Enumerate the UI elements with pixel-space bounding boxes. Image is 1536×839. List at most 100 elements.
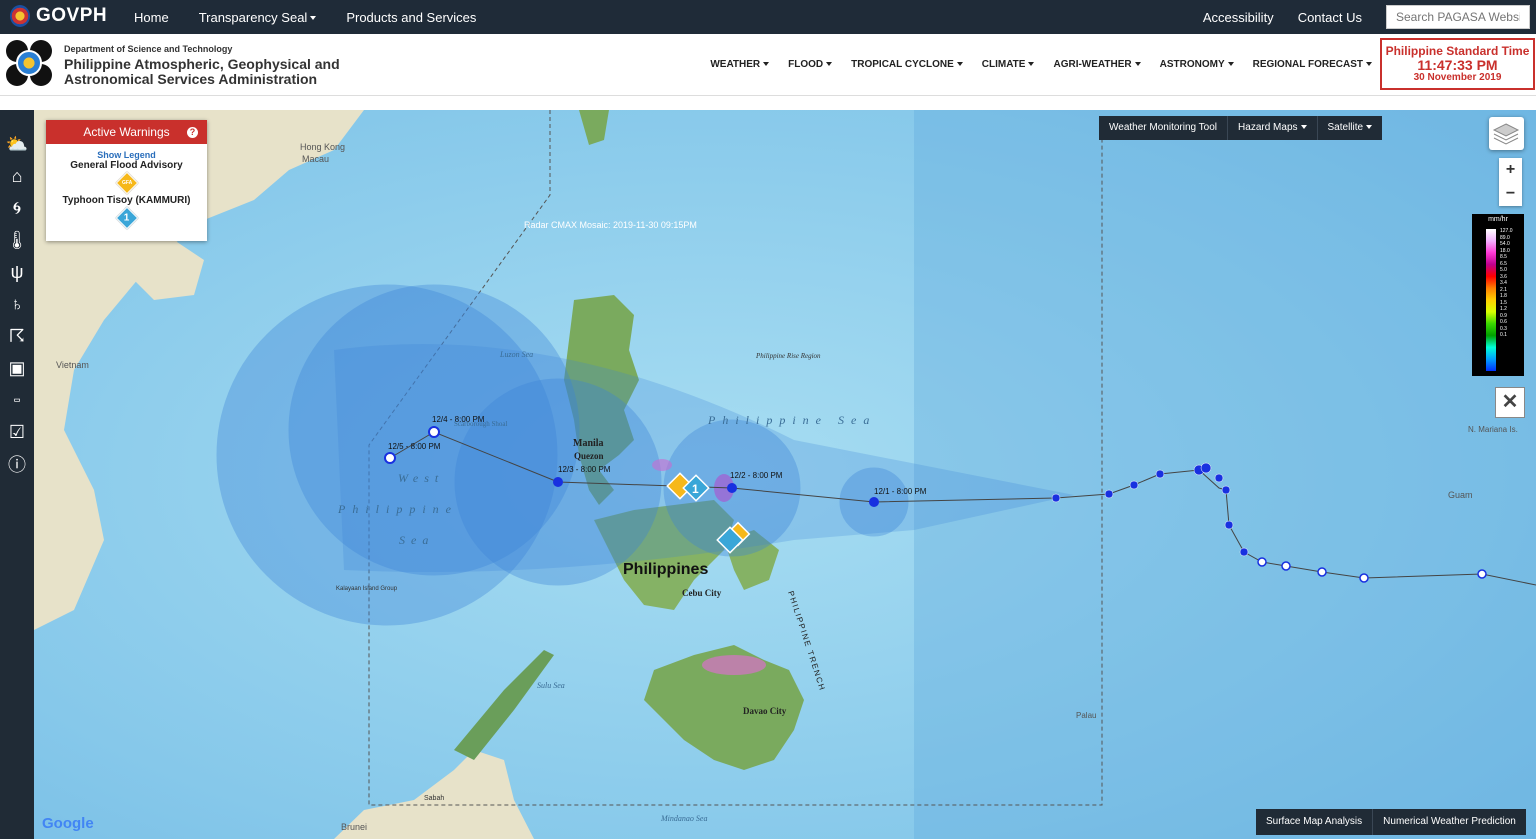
google-logo-text: Google — [42, 815, 94, 832]
nav-home[interactable]: Home — [134, 10, 169, 25]
layer-shape — [1493, 137, 1519, 145]
standard-time-box: Philippine Standard Time 11:47:33 PM 30 … — [1380, 38, 1535, 90]
label-palau: Palau — [1076, 711, 1096, 720]
zoom-out-button[interactable]: − — [1499, 182, 1522, 206]
pst-time: 11:47:33 PM — [1417, 57, 1498, 73]
help-icon[interactable]: ? — [187, 127, 198, 138]
label-manila: Manila — [573, 438, 604, 449]
hazard-maps-button[interactable]: Hazard Maps — [1228, 116, 1318, 140]
chevron-down-icon — [826, 62, 833, 67]
weather-map[interactable]: 12/1 - 8:00 PM 12/2 - 8:00 PM 12/3 - 8:0… — [34, 110, 1536, 839]
contact-link[interactable]: Contact Us — [1298, 10, 1362, 25]
surface-map-analysis-button[interactable]: Surface Map Analysis — [1256, 809, 1374, 835]
warnings-title: Active Warnings — [83, 125, 170, 139]
vacancy-icon[interactable]: ▭ — [0, 384, 34, 416]
nav-transparency-seal[interactable]: Transparency Seal — [199, 10, 317, 25]
nav-weather-label: WEATHER — [710, 59, 761, 70]
nav-astronomy[interactable]: ASTRONOMY — [1160, 59, 1234, 70]
forecast-label-12-3: 12/3 - 8:00 PM — [558, 465, 611, 474]
info-icon[interactable]: ⓘ — [0, 448, 34, 480]
track-point — [1200, 462, 1212, 474]
label-davao: Davao City — [743, 706, 787, 716]
forecast-point-12-3[interactable] — [553, 477, 563, 487]
track-point — [1359, 573, 1369, 583]
forecast-point-12-4[interactable] — [428, 426, 440, 438]
main-nav: WEATHER FLOOD TROPICAL CYCLONE CLIMATE A… — [691, 59, 1372, 70]
flood-advisory-label[interactable]: General Flood Advisory — [46, 160, 207, 171]
label-mindanao-sea: Mindanao Sea — [660, 814, 707, 823]
track-point — [1477, 569, 1487, 579]
track-point — [1129, 480, 1139, 490]
forecast-label-12-2: 12/2 - 8:00 PM — [730, 471, 783, 480]
label-philippines: Philippines — [623, 561, 708, 578]
radar-echo — [652, 459, 672, 471]
nav-tropical-cyclone[interactable]: TROPICAL CYCLONE — [851, 59, 963, 70]
weather-monitoring-tool-button[interactable]: Weather Monitoring Tool — [1099, 116, 1229, 140]
track-point — [1317, 567, 1327, 577]
flood-icon[interactable]: ⌂ — [0, 160, 34, 192]
chevron-down-icon — [1366, 125, 1373, 130]
label-ps: Philippine Sea — [707, 413, 876, 427]
nav-flood[interactable]: FLOOD — [788, 59, 833, 70]
layers-button[interactable] — [1489, 117, 1524, 150]
label-wps-sea: Sea — [399, 533, 434, 547]
chevron-down-icon — [956, 62, 963, 67]
close-button[interactable]: ✕ — [1495, 387, 1525, 418]
label-sulu-sea: Sulu Sea — [537, 681, 565, 690]
track-point — [1214, 473, 1224, 483]
hazard-maps-label: Hazard Maps — [1238, 122, 1298, 133]
label-vietnam: Vietnam — [56, 360, 89, 370]
pst-title: Philippine Standard Time — [1385, 44, 1530, 58]
govph-brand[interactable]: GOVPH — [10, 5, 107, 27]
label-brunei: Brunei — [341, 822, 367, 832]
clipboard-icon[interactable]: ☑ — [0, 416, 34, 448]
org-title: Department of Science and Technology Phi… — [64, 44, 344, 87]
label-hongkong: Hong Kong — [300, 142, 345, 152]
pagasa-logo[interactable] — [6, 40, 52, 86]
satellite-label: Satellite — [1327, 122, 1364, 133]
pst-date: 30 November 2019 — [1413, 72, 1502, 83]
rainfall-colorbar: mm/hr 127.0 89.0 54.0 18.0 8.5 6.5 5.0 3… — [1472, 214, 1524, 376]
nav-weather[interactable]: WEATHER — [710, 59, 770, 70]
track-point — [1104, 489, 1114, 499]
chevron-down-icon — [1366, 62, 1372, 67]
thermometer-icon[interactable]: 🌡︎ — [0, 224, 34, 256]
search-input[interactable] — [1386, 5, 1530, 29]
nav-regional-forecast[interactable]: REGIONAL FORECAST — [1253, 59, 1372, 70]
flood-advisory-icon[interactable]: GFA — [115, 171, 138, 195]
chevron-down-icon — [1227, 62, 1234, 67]
show-legend-link[interactable]: Show Legend — [46, 150, 207, 160]
forecast-point-12-5[interactable] — [384, 452, 396, 464]
flood-advisory-badge: GFA — [121, 180, 132, 186]
forecast-point-12-2[interactable] — [727, 483, 737, 493]
nav-agri-weather[interactable]: AGRI-WEATHER — [1053, 59, 1141, 70]
nav-products-services[interactable]: Products and Services — [346, 10, 476, 25]
typhoon-label[interactable]: Typhoon Tisoy (KAMMURI) — [46, 195, 207, 206]
agri-icon[interactable]: ψ — [0, 256, 34, 288]
numerical-weather-prediction-button[interactable]: Numerical Weather Prediction — [1373, 809, 1526, 835]
weather-icon[interactable]: ⛅ — [0, 128, 34, 160]
warnings-header: Active Warnings ? — [46, 120, 207, 144]
label-luzon-sea: Luzon Sea — [499, 350, 533, 359]
google-logo[interactable]: Google — [42, 815, 94, 832]
govph-right: Accessibility Contact Us — [1203, 0, 1536, 34]
site-header: Department of Science and Technology Phi… — [0, 34, 1536, 96]
zoom-in-button[interactable]: + — [1499, 158, 1522, 182]
satellite-button[interactable]: Satellite — [1318, 116, 1383, 140]
forecast-point-12-1[interactable] — [869, 497, 879, 507]
box-icon[interactable]: ▣ — [0, 352, 34, 384]
thunderstorm-icon[interactable]: ☈ — [0, 320, 34, 352]
forecast-label-12-1: 12/1 - 8:00 PM — [874, 487, 927, 496]
govph-label: GOVPH — [36, 5, 108, 26]
astronomy-icon[interactable]: ♄ — [0, 288, 34, 320]
nav-transparency-label: Transparency Seal — [198, 9, 308, 25]
accessibility-link[interactable]: Accessibility — [1203, 10, 1274, 25]
colorbar-label: 0.1 — [1500, 332, 1507, 338]
track-point — [1281, 561, 1291, 571]
tropical-cyclone-icon[interactable]: 🌀︎ — [0, 192, 34, 224]
chevron-down-icon — [310, 16, 317, 21]
label-macau: Macau — [302, 154, 329, 164]
colorbar-unit: mm/hr — [1488, 216, 1508, 223]
nav-climate[interactable]: CLIMATE — [982, 59, 1035, 70]
tcws-icon[interactable]: 1 — [115, 206, 138, 230]
